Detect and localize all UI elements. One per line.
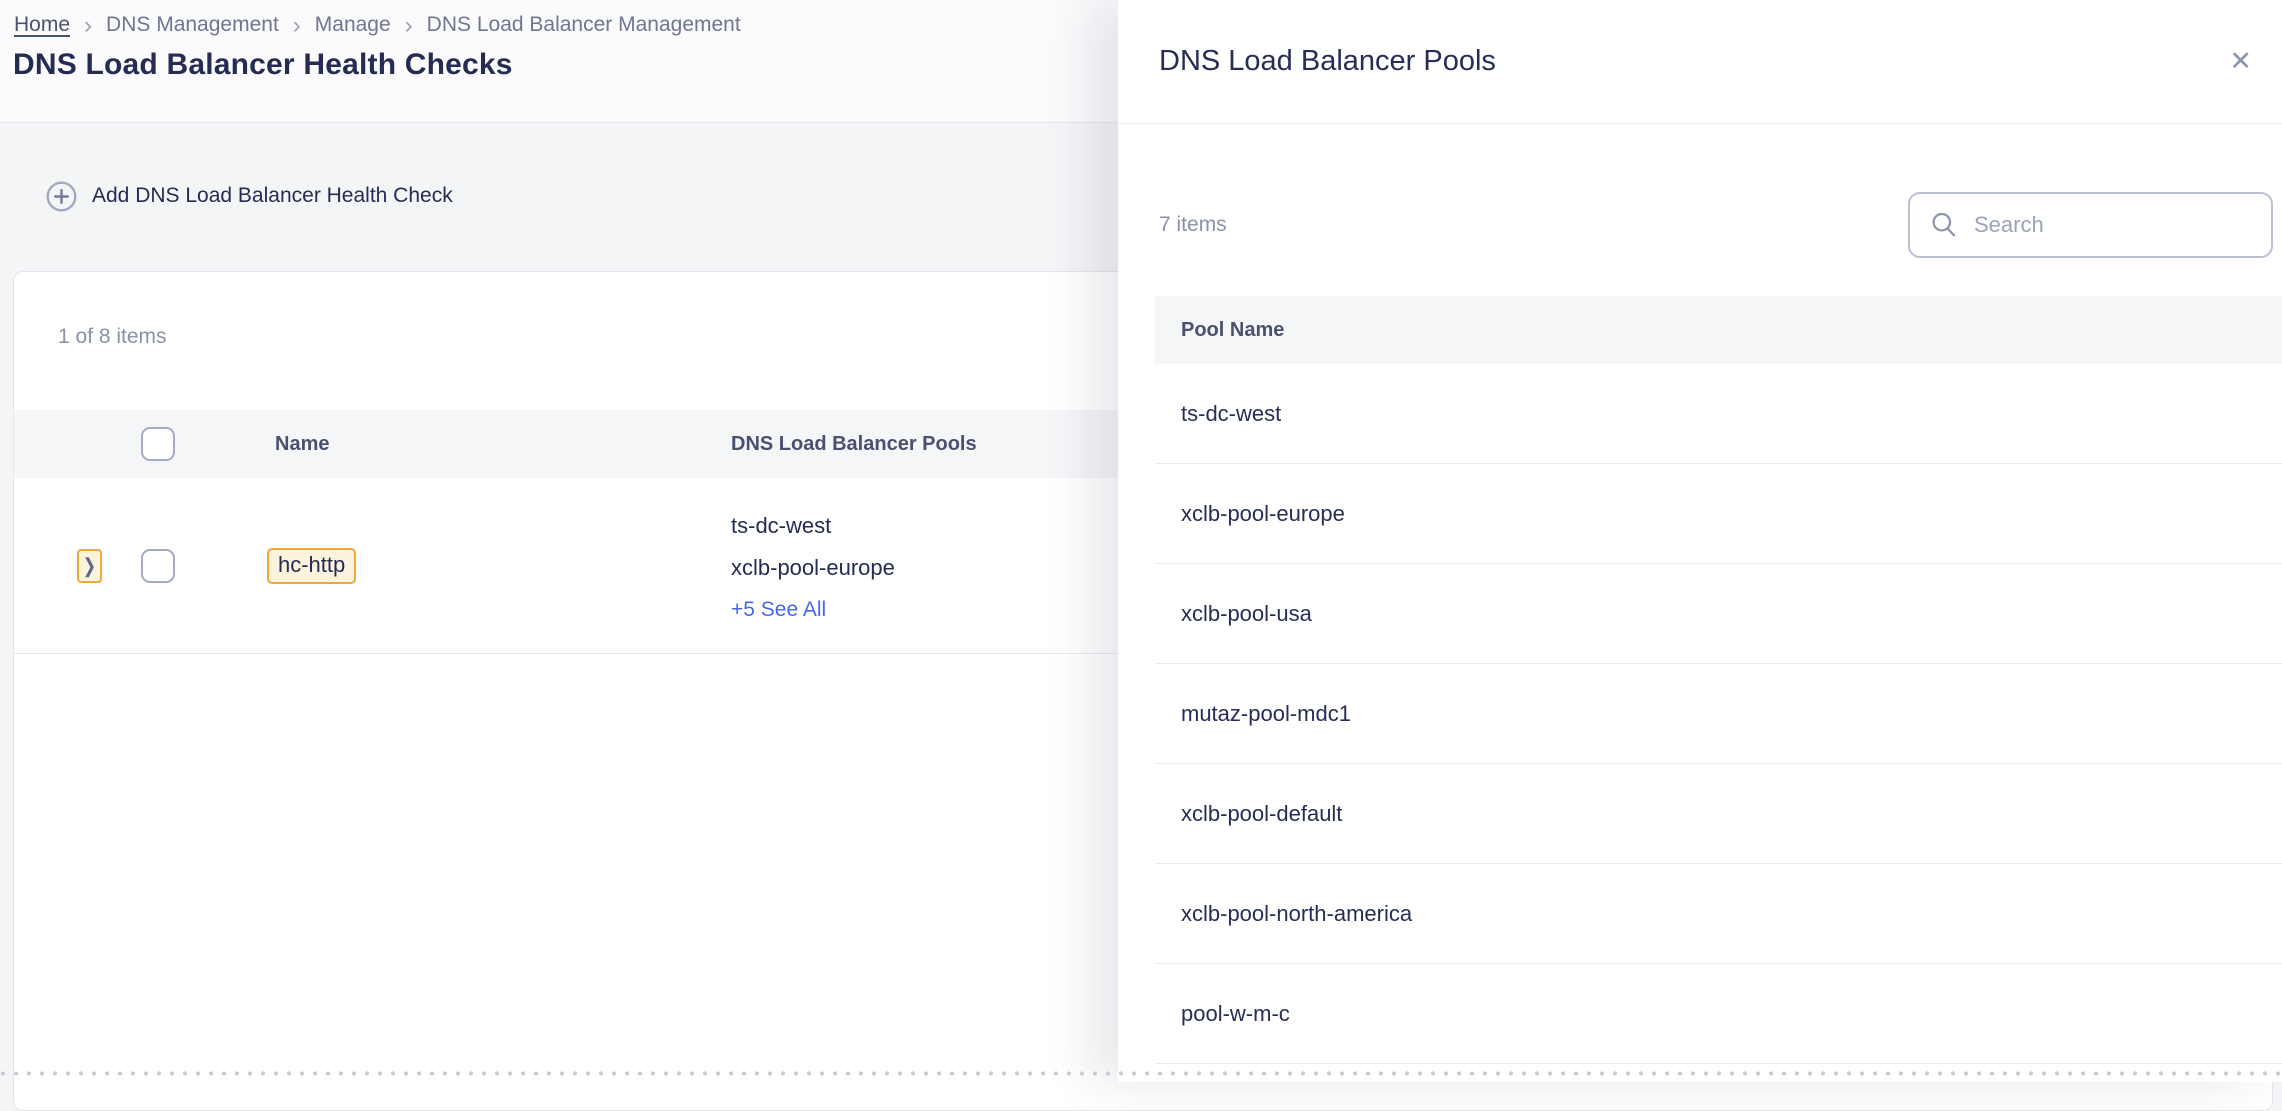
pool-row[interactable]: xclb-pool-europe — [1155, 464, 2282, 564]
select-all-cell — [141, 427, 275, 461]
breadcrumb-item[interactable]: Manage › — [315, 13, 413, 37]
pool-name-text: xclb-pool-europe — [1181, 501, 1345, 527]
column-header-pool-name: Pool Name — [1181, 319, 1284, 342]
pools-table: Pool Name ts-dc-west xclb-pool-europe xc… — [1155, 296, 2282, 1064]
add-health-check-button[interactable]: Add DNS Load Balancer Health Check — [46, 177, 453, 215]
pool-name-text: xclb-pool-north-america — [1181, 901, 1412, 927]
column-header-name: Name — [275, 433, 329, 455]
breadcrumb: Home › DNS Management › Manage › DNS Loa… — [14, 13, 741, 37]
breadcrumb-separator-icon: › — [293, 15, 301, 36]
pool-name-text: mutaz-pool-mdc1 — [1181, 701, 1351, 727]
breadcrumb-item-label[interactable]: DNS Management — [106, 13, 279, 37]
pool-name-text: pool-w-m-c — [1181, 1001, 1290, 1027]
table-item-count: 1 of 8 items — [58, 325, 167, 349]
plus-circle-icon — [46, 181, 77, 212]
pool-row[interactable]: xclb-pool-default — [1155, 764, 2282, 864]
search-box[interactable] — [1908, 192, 2273, 258]
breadcrumb-item-label[interactable]: DNS Load Balancer Management — [427, 13, 741, 37]
pool-name-text: xclb-pool-usa — [1181, 601, 1312, 627]
search-input[interactable] — [1974, 212, 2253, 238]
select-all-checkbox[interactable] — [141, 427, 175, 461]
column-header-pools: DNS Load Balancer Pools — [731, 433, 977, 455]
page-title: DNS Load Balancer Health Checks — [13, 48, 513, 82]
breadcrumb-item[interactable]: DNS Load Balancer Management › — [427, 13, 741, 37]
row-expander-button[interactable]: ❯ — [77, 549, 102, 583]
breadcrumb-separator-icon: › — [84, 15, 92, 36]
panel-title: DNS Load Balancer Pools — [1159, 45, 1496, 78]
pools-panel: DNS Load Balancer Pools ✕ 7 items Pool N… — [1118, 0, 2282, 1082]
pool-row[interactable]: pool-w-m-c — [1155, 964, 2282, 1064]
breadcrumb-item[interactable]: Home › — [14, 13, 92, 37]
pool-row[interactable]: mutaz-pool-mdc1 — [1155, 664, 2282, 764]
pool-row[interactable]: xclb-pool-usa — [1155, 564, 2282, 664]
pool-name-text: xclb-pool-default — [1181, 801, 1342, 827]
pool-row[interactable]: xclb-pool-north-america — [1155, 864, 2282, 964]
pool-name-text: ts-dc-west — [1181, 401, 1281, 427]
breadcrumb-item-label[interactable]: Manage — [315, 13, 391, 37]
pool-row[interactable]: ts-dc-west — [1155, 364, 2282, 464]
health-check-name[interactable]: hc-http — [267, 548, 356, 584]
chevron-right-icon: ❯ — [83, 553, 96, 578]
breadcrumb-separator-icon: › — [405, 15, 413, 36]
add-health-check-button-label: Add DNS Load Balancer Health Check — [92, 184, 453, 208]
search-icon — [1930, 211, 1958, 239]
close-icon[interactable]: ✕ — [2229, 48, 2252, 75]
panel-item-count: 7 items — [1159, 213, 1227, 237]
breadcrumb-item[interactable]: DNS Management › — [106, 13, 301, 37]
capture-boundary-dotted-line — [0, 1071, 2282, 1076]
panel-toolbar: 7 items — [1118, 124, 2282, 296]
select-row-checkbox[interactable] — [141, 549, 175, 583]
panel-header: DNS Load Balancer Pools ✕ — [1118, 0, 2282, 124]
pools-table-header-row: Pool Name — [1155, 296, 2282, 364]
breadcrumb-item-label[interactable]: Home — [14, 13, 70, 37]
